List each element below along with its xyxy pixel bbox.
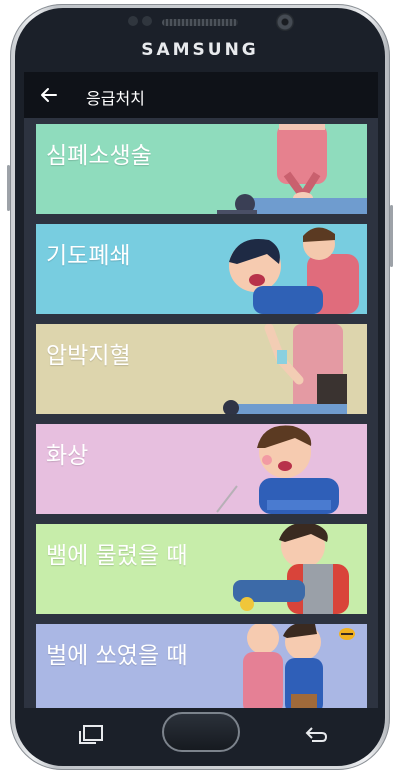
app-bar: 응급처치	[24, 72, 378, 118]
menu-item-label: 벌에 쏘였을 때	[46, 643, 188, 669]
page-title: 응급처치	[86, 89, 145, 108]
burn-illustration	[216, 425, 339, 514]
side-button-right	[390, 205, 393, 267]
menu-item-label: 압박지혈	[46, 343, 131, 369]
menu-item-cpr[interactable]: 심폐소생술	[36, 124, 367, 214]
menu-item-label: 심폐소생술	[46, 143, 152, 169]
back-button[interactable]	[32, 78, 66, 112]
arrow-left-icon	[41, 88, 57, 102]
menu-item-bee-sting[interactable]: 벌에 쏘였을 때	[36, 624, 367, 708]
menu-item-label: 화상	[46, 443, 89, 469]
recent-apps-button[interactable]	[70, 716, 114, 752]
proximity-sensor	[128, 16, 138, 26]
menu-item-label: 뱀에 물렸을 때	[46, 543, 188, 569]
earpiece-speaker	[162, 19, 238, 26]
bee-sting-illustration	[243, 624, 355, 708]
screen: 응급처치 심폐소생술 기도폐쇄 압박지혈 화상 뱀에 물렸을 때 벌에 쏘였을 …	[24, 72, 378, 708]
menu-item-pressure-bleeding[interactable]: 압박지혈	[36, 324, 367, 414]
menu-item-choking[interactable]: 기도폐쇄	[36, 224, 367, 314]
choking-illustration	[229, 227, 359, 314]
recent-apps-icon	[79, 725, 103, 744]
front-camera	[276, 13, 294, 31]
cpr-illustration	[217, 124, 367, 214]
menu-item-burn[interactable]: 화상	[36, 424, 367, 514]
back-icon	[305, 727, 328, 742]
light-sensor	[142, 16, 152, 26]
snake-bite-illustration	[233, 524, 349, 614]
menu-item-snake-bite[interactable]: 뱀에 물렸을 때	[36, 524, 367, 614]
home-button[interactable]	[162, 712, 240, 752]
system-back-button[interactable]	[294, 716, 338, 752]
brand-logo: SAMSUNG	[141, 40, 259, 60]
side-button-left	[7, 165, 10, 211]
bleeding-illustration	[223, 324, 347, 414]
menu-item-label: 기도폐쇄	[46, 243, 131, 269]
